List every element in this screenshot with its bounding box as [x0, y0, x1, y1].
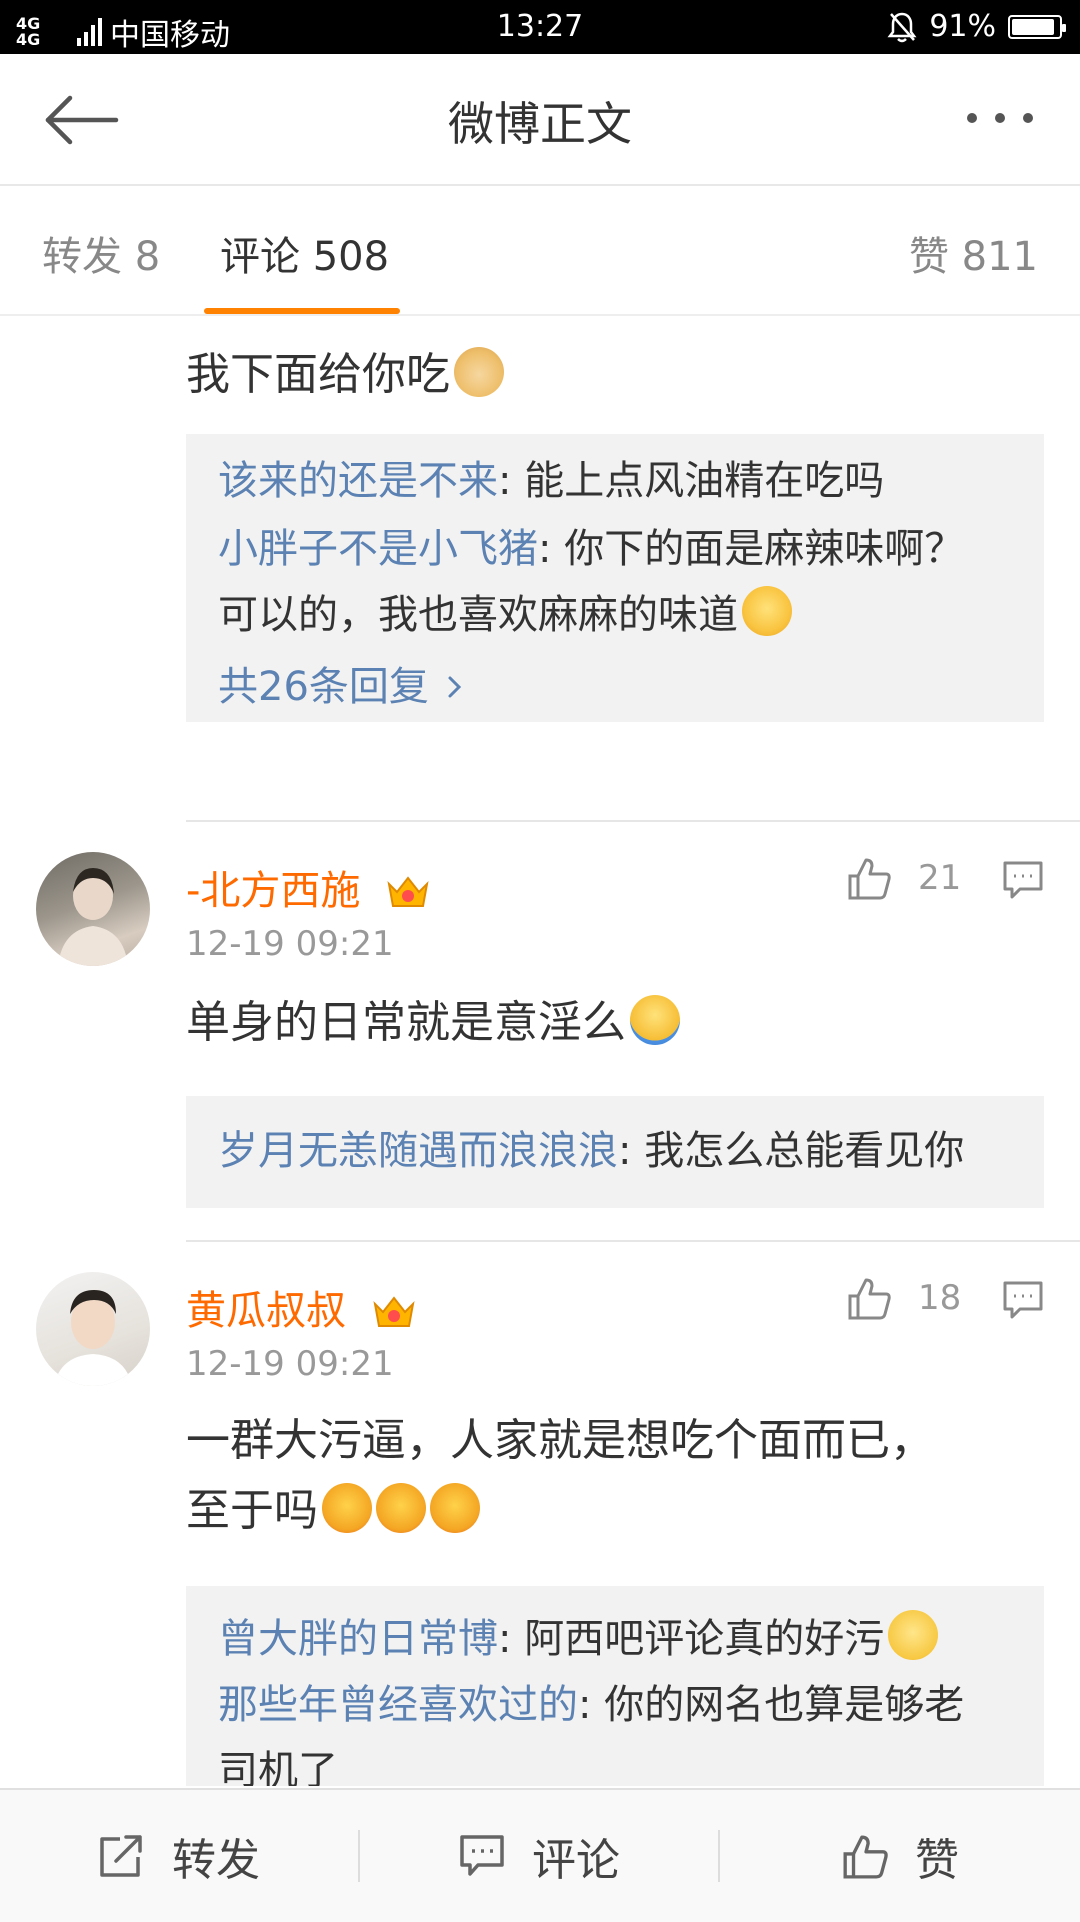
reply-item[interactable]: 岁月无恙随遇而浪浪浪: 我怎么总能看见你 [218, 1118, 1020, 1184]
comment-button[interactable]: 评论 [360, 1790, 718, 1922]
divider [186, 1240, 1080, 1242]
comment-text: 我下面给你吃 [186, 340, 504, 410]
reply-nickname[interactable]: 小胖子不是小飞猪 [218, 526, 538, 572]
comment-body: 单身的日常就是意淫么 [186, 997, 626, 1048]
tab-likes[interactable]: 赞 811 [909, 224, 1038, 282]
reply-text: : 能上点风油精在吃吗 [498, 458, 885, 504]
top-navigation-bar: 微博正文 [0, 54, 1080, 186]
share-icon [100, 1835, 142, 1877]
comment-author[interactable]: 黄瓜叔叔 [186, 1278, 417, 1336]
cover-face-emoji-icon [742, 586, 792, 636]
like-button[interactable]: 21 [846, 856, 961, 900]
thumbs-up-icon [843, 1835, 888, 1879]
comment-bubble-icon [460, 1835, 504, 1876]
avatar-silhouette-icon [58, 868, 128, 966]
reply-button[interactable] [1002, 860, 1044, 904]
reply-nickname[interactable]: 那些年曾经喜欢过的 [218, 1682, 578, 1728]
comment-body-line: 至于吗 [186, 1476, 934, 1546]
reply-text: 司机了 [218, 1748, 338, 1786]
active-tab-indicator [204, 308, 400, 314]
like-count: 21 [918, 858, 962, 898]
tab-bar: 转发 8 评论 508 赞 811 [0, 186, 1080, 316]
reply-nickname[interactable]: 岁月无恙随遇而浪浪浪 [218, 1128, 618, 1174]
doge-emoji-icon [454, 347, 504, 397]
vip-crown-icon [387, 876, 429, 907]
comment-text: 单身的日常就是意淫么 [186, 988, 680, 1058]
comment-label: 评论 [532, 1835, 620, 1886]
battery-icon [1008, 14, 1066, 39]
comment-author[interactable]: -北方西施 [186, 858, 431, 916]
more-dots-icon [967, 113, 1033, 123]
comment-text: 一群大污逼，人家就是想吃个面而已， 至于吗 [186, 1406, 934, 1546]
thinking-emoji-icon [888, 1610, 939, 1660]
reply-box[interactable]: 岁月无恙随遇而浪浪浪: 我怎么总能看见你 [186, 1096, 1044, 1208]
reply-text: : 阿西吧评论真的好污 [498, 1616, 885, 1662]
avatar[interactable] [36, 852, 150, 966]
comment-body: 我下面给你吃 [186, 349, 450, 400]
more-replies-text: 共26条回复 [218, 664, 429, 710]
repost-button[interactable]: 转发 [0, 1790, 358, 1922]
reply-item[interactable]: 该来的还是不来: 能上点风油精在吃吗 [218, 448, 1020, 514]
repost-label: 转发 [172, 1835, 260, 1886]
shrug-emoji-icon [630, 995, 680, 1045]
avatar[interactable] [36, 1272, 150, 1386]
bottom-action-bar: 转发 评论 赞 [0, 1788, 1080, 1922]
vip-crown-icon [373, 1296, 415, 1327]
page-title: 微博正文 [448, 97, 632, 151]
angry-emoji-icon [430, 1483, 480, 1533]
author-name[interactable]: -北方西施 [186, 868, 360, 914]
like-button[interactable]: 18 [846, 1276, 961, 1320]
battery-percent: 91% [929, 9, 996, 44]
reply-nickname[interactable]: 曾大胖的日常博 [218, 1616, 498, 1662]
reply-button[interactable] [1002, 1280, 1044, 1324]
author-name[interactable]: 黄瓜叔叔 [186, 1288, 346, 1334]
more-replies-link[interactable]: 共26条回复 [218, 654, 1020, 720]
reply-nickname[interactable]: 该来的还是不来 [218, 458, 498, 504]
more-options-button[interactable] [960, 98, 1040, 138]
bell-muted-icon [887, 12, 917, 42]
reply-text: 可以的，我也喜欢麻麻的味道 [218, 592, 738, 638]
reply-item[interactable]: 小胖子不是小飞猪: 你下的面是麻辣味啊？ [218, 516, 1020, 582]
reply-box[interactable]: 该来的还是不来: 能上点风油精在吃吗 小胖子不是小飞猪: 你下的面是麻辣味啊？ … [186, 434, 1044, 722]
status-bar: 4G 4G 中国移动 13:27 91% [0, 0, 1080, 54]
comment-bubble-icon [1003, 1281, 1043, 1319]
tab-comments[interactable]: 评论 508 [220, 224, 389, 282]
divider [186, 820, 1080, 822]
reply-text: : 我怎么总能看见你 [618, 1128, 965, 1174]
angry-emoji-icon [376, 1483, 426, 1533]
reply-item[interactable]: 那些年曾经喜欢过的: 你的网名也算是够老 [218, 1672, 1020, 1738]
comment-time: 12-19 09:21 [186, 1344, 394, 1384]
reply-text: : 你的网名也算是够老 [578, 1682, 965, 1728]
reply-item-continued: 司机了 [218, 1738, 1020, 1786]
like-count: 18 [918, 1278, 962, 1318]
chevron-right-icon [448, 676, 462, 698]
comment-body-fragment: 至于吗 [186, 1485, 318, 1536]
angry-emoji-icon [322, 1483, 372, 1533]
reply-item-continued: 可以的，我也喜欢麻麻的味道 [218, 582, 1020, 648]
avatar-silhouette-icon [54, 1290, 132, 1386]
comment-body-line: 一群大污逼，人家就是想吃个面而已， [186, 1415, 934, 1466]
like-post-button[interactable]: 赞 [720, 1790, 1080, 1922]
comment-time: 12-19 09:21 [186, 924, 394, 964]
thumbs-up-icon [848, 858, 891, 900]
like-label: 赞 [915, 1835, 959, 1886]
reply-item[interactable]: 曾大胖的日常博: 阿西吧评论真的好污 [218, 1606, 1020, 1672]
comment-list[interactable]: 我下面给你吃 该来的还是不来: 能上点风油精在吃吗 小胖子不是小飞猪: 你下的面… [0, 316, 1080, 1786]
tab-reposts[interactable]: 转发 8 [42, 224, 160, 282]
thumbs-up-icon [848, 1278, 891, 1320]
reply-text: : 你下的面是麻辣味啊？ [538, 526, 965, 572]
reply-box[interactable]: 曾大胖的日常博: 阿西吧评论真的好污 那些年曾经喜欢过的: 你的网名也算是够老 … [186, 1586, 1044, 1786]
comment-bubble-icon [1003, 861, 1043, 899]
